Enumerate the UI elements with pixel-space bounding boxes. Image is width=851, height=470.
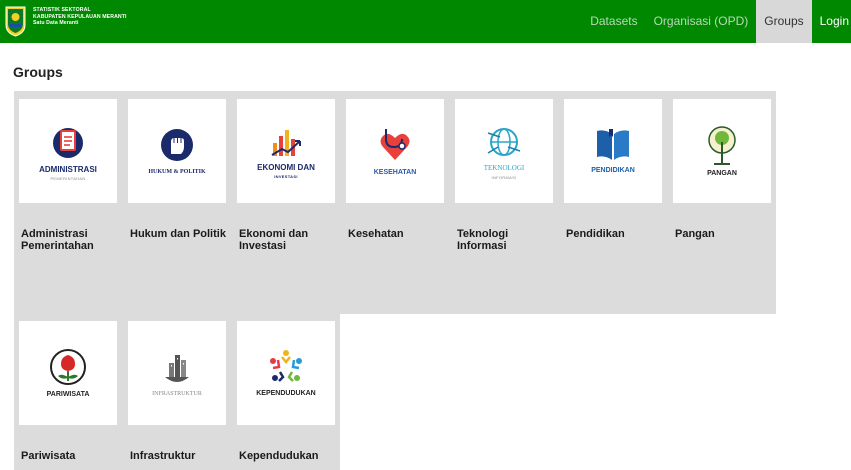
- city-icon: [165, 355, 189, 382]
- brand-line-3: Satu Data Meranti: [33, 20, 79, 27]
- group-name[interactable]: Hukum dan Politik: [130, 228, 230, 240]
- logo-title: HUKUM & POLITIK: [148, 169, 206, 175]
- people-circle-icon: [270, 350, 302, 382]
- group-logo[interactable]: KESEHATAN: [346, 99, 444, 203]
- logo-title: PARIWISATA: [46, 391, 90, 398]
- document-icon: [53, 127, 83, 158]
- logo-subtitle: PEMERINTAHAN: [50, 175, 86, 181]
- group-name[interactable]: Pangan: [675, 228, 775, 240]
- logo-title: KEPENDUDUKAN: [256, 390, 316, 397]
- group-name[interactable]: Ekonomi dan Investasi: [239, 228, 339, 252]
- nav-organisasi[interactable]: Organisasi (OPD): [646, 0, 757, 43]
- group-name[interactable]: Kependudukan: [239, 450, 339, 462]
- brand-text: STATISTIK SEKTORAL KABUPATEN KEPULAUAN M…: [33, 7, 127, 27]
- logo-subtitle: INVESTASI: [274, 173, 298, 179]
- logo-title: PENDIDIKAN: [591, 167, 635, 174]
- rose-icon: [50, 349, 86, 385]
- logo-title: KESEHATAN: [373, 169, 417, 176]
- group-name[interactable]: Kesehatan: [348, 228, 448, 240]
- group-logo[interactable]: PARIWISATA: [19, 321, 117, 425]
- group-name[interactable]: Teknologi Informasi: [457, 228, 557, 252]
- group-logo[interactable]: INFRASTRUKTUR: [128, 321, 226, 425]
- logo-title: INFRASTRUKTUR: [152, 391, 202, 397]
- group-logo[interactable]: ADMINISTRASI PEMERINTAHAN: [19, 99, 117, 203]
- brand-line-2: KABUPATEN KEPULAUAN MERANTI: [33, 13, 127, 20]
- nav-login[interactable]: Login: [812, 0, 851, 43]
- brand[interactable]: STATISTIK SEKTORAL KABUPATEN KEPULAUAN M…: [4, 5, 127, 37]
- group-logo[interactable]: TEKNOLOGI INFORMASI: [455, 99, 553, 203]
- fist-icon: [161, 129, 193, 161]
- group-logo[interactable]: KEPENDUDUKAN: [237, 321, 335, 425]
- group-logo[interactable]: PENDIDIKAN: [564, 99, 662, 203]
- regency-emblem-icon: [5, 6, 26, 37]
- logo-title: EKONOMI DAN: [257, 162, 315, 172]
- group-logo[interactable]: PANGAN: [673, 99, 771, 203]
- nav-groups[interactable]: Groups: [756, 0, 812, 43]
- nav-menu: Datasets Organisasi (OPD) Groups Login: [582, 0, 851, 43]
- book-icon: [597, 129, 629, 160]
- logo-subtitle: INFORMASI: [491, 174, 517, 180]
- group-logo[interactable]: EKONOMI DAN INVESTASI: [237, 99, 335, 203]
- group-name[interactable]: Administrasi Pemerintahan: [21, 228, 121, 252]
- logo-title: TEKNOLOGI: [483, 163, 525, 172]
- group-name[interactable]: Pendidikan: [566, 228, 666, 240]
- group-name[interactable]: Pariwisata: [21, 450, 121, 462]
- bar-growth-icon: [271, 129, 301, 156]
- brand-line-1: STATISTIK SEKTORAL: [33, 7, 91, 13]
- logo-title: ADMINISTRASI: [39, 164, 97, 174]
- globe-network-icon: [487, 127, 521, 156]
- stethoscope-heart-icon: [380, 129, 410, 160]
- group-logo[interactable]: HUKUM & POLITIK: [128, 99, 226, 203]
- logo-title: PANGAN: [707, 170, 737, 177]
- top-navbar: STATISTIK SEKTORAL KABUPATEN KEPULAUAN M…: [0, 0, 851, 43]
- nav-datasets[interactable]: Datasets: [582, 0, 645, 43]
- page-title: Groups: [13, 64, 63, 80]
- group-name[interactable]: Infrastruktur: [130, 450, 230, 462]
- tree-icon: [708, 126, 736, 165]
